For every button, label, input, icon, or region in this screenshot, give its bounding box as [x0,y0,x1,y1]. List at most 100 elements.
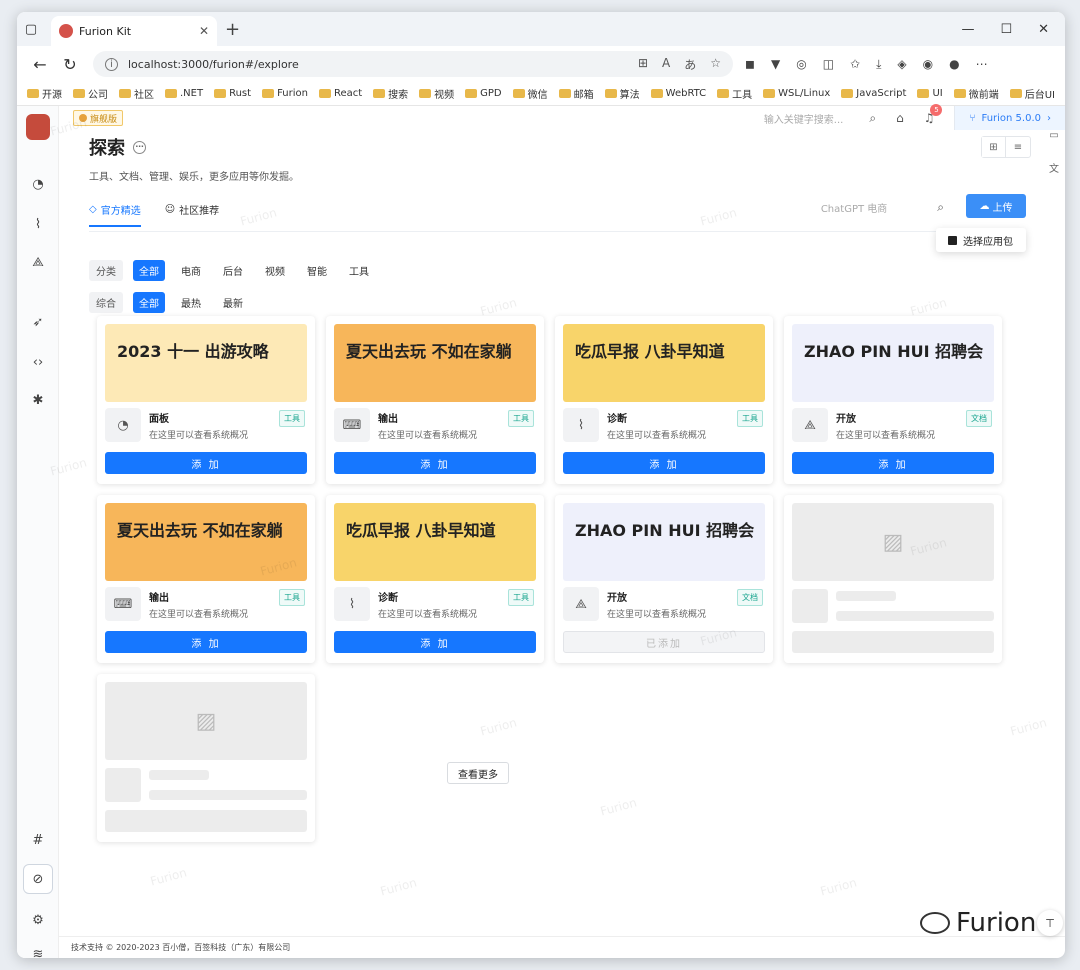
card-tag: 工具 [508,589,534,606]
app-card[interactable]: 吃瓜早报 八卦早知道 ⌇ 诊断 在这里可以查看系统概况 工具添 加 [326,495,544,663]
share-icon[interactable]: ⟁ [28,252,48,272]
bookmark-item[interactable]: 算法 [605,86,640,101]
card-tag: 工具 [279,589,305,606]
panel-icon[interactable]: ▭ [1043,130,1065,152]
info-icon[interactable]: i [105,57,118,71]
grid-view-icon[interactable]: ⊞ [982,137,1006,157]
upload-button[interactable]: ☁ 上传 [966,194,1026,218]
filter-option[interactable]: 视频 [259,260,291,281]
bookmark-item[interactable]: 后台UI [1010,86,1055,101]
favorites-icon[interactable]: ✩ [850,57,860,72]
app-card[interactable]: ZHAO PIN HUI 招聘会 ⟁ 开放 在这里可以查看系统概况 文档添 加 [784,316,1002,484]
bookmark-item[interactable]: Furion [262,88,308,99]
extension-icon[interactable]: ▼ [771,57,780,72]
search-icon[interactable]: ⌕ [869,111,876,126]
filter-option[interactable]: 工具 [343,260,375,281]
tab-community[interactable]: ☺ 社区推荐 [165,202,219,225]
add-button[interactable]: 添 加 [563,452,765,474]
view-more-button[interactable]: 查看更多 [447,762,509,784]
hashtag-icon[interactable]: # [28,830,48,850]
app-icon[interactable]: ⊞ [638,56,648,73]
extension-icon[interactable]: ◼ [745,57,755,72]
more-icon[interactable]: ⋯ [133,140,146,154]
rocket-icon[interactable]: ➶ [28,312,48,332]
bookmark-item[interactable]: .NET [165,88,203,99]
add-button[interactable]: 添 加 [334,631,536,653]
profile-icon[interactable]: ● [949,57,959,72]
bookmark-item[interactable]: React [319,88,362,99]
download-icon[interactable]: ⤓ [876,57,881,72]
app-card[interactable]: ZHAO PIN HUI 招聘会 ⟁ 开放 在这里可以查看系统概况 文档 已添加 [555,495,773,663]
close-window-icon[interactable]: ✕ [1038,22,1049,37]
search-icon[interactable]: ⌕ [937,200,944,215]
read-aloud-icon[interactable]: A [662,56,670,73]
add-button[interactable]: 添 加 [334,452,536,474]
bell-icon[interactable]: ♫ 5 [924,104,943,125]
bookmark-item[interactable]: 开源 [27,86,62,101]
split-screen-icon[interactable]: ◫ [823,57,834,72]
refresh-icon[interactable]: ↻ [55,55,85,74]
add-button[interactable]: 添 加 [792,452,994,474]
upload-dropdown-item[interactable]: 选择应用包 [936,228,1026,252]
filter-option[interactable]: 全部 [133,260,165,281]
add-button[interactable]: 添 加 [105,631,307,653]
bookmark-item[interactable]: UI [917,88,942,99]
new-tab-icon[interactable]: + [225,19,240,40]
bookmark-item[interactable]: 社区 [119,86,154,101]
version-button[interactable]: ⑂ Furion 5.0.0 › [954,106,1065,130]
add-button[interactable]: 添 加 [105,452,307,474]
extension-icon[interactable]: ◉ [923,57,933,72]
filter-option[interactable]: 后台 [217,260,249,281]
sidebar-toggle-icon[interactable]: ▢ [17,15,45,43]
translate-icon[interactable]: 文 [1043,160,1065,182]
app-card[interactable]: 2023 十一 出游攻略 ◔ 面板 在这里可以查看系统概况 工具添 加 [97,316,315,484]
filter-option[interactable]: 全部 [133,292,165,313]
tab-official[interactable]: ◇ 官方精选 [89,202,141,227]
back-to-top-icon[interactable]: ⊤ [1037,910,1063,936]
filter-option[interactable]: 电商 [175,260,207,281]
explore-icon[interactable]: ⊘ [23,864,53,894]
home-icon[interactable]: ⌂ [896,111,904,125]
maximize-icon[interactable]: ☐ [1000,22,1012,37]
menu-icon[interactable]: ⋯ [976,57,988,72]
bookmark-item[interactable]: 邮箱 [559,86,594,101]
chart-icon[interactable]: ⌇ [28,214,48,234]
filter-option[interactable]: 最热 [175,292,207,313]
bug-icon[interactable]: ✱ [28,390,48,410]
extension-icon[interactable]: ◈ [897,57,906,72]
url-field[interactable]: i localhost:3000/furion#/explore ⊞ A あ ☆ [93,51,733,77]
global-search-input[interactable]: 输入关键字搜索... [764,111,844,126]
extension-icon[interactable]: ◎ [796,57,806,72]
bookmark-item[interactable]: 微前端 [954,86,999,101]
bookmark-item[interactable]: WSL/Linux [763,88,830,99]
bookmark-item[interactable]: 搜索 [373,86,408,101]
logo-avatar[interactable] [26,114,50,140]
list-view-icon[interactable]: ≡ [1006,137,1030,157]
minimize-icon[interactable]: — [961,22,974,37]
card-desc: 在这里可以查看系统概况 [836,431,936,441]
layers-icon[interactable]: ≋ [28,944,48,959]
code-icon[interactable]: ‹› [28,352,48,372]
bookmark-item[interactable]: 视频 [419,86,454,101]
dashboard-icon[interactable]: ◔ [28,174,48,194]
bookmark-item[interactable]: JavaScript [841,88,906,99]
filter-option[interactable]: 智能 [301,260,333,281]
back-icon[interactable]: ← [25,55,55,74]
close-tab-icon[interactable]: ✕ [199,24,209,38]
app-search-input[interactable]: ChatGPT 电商 [821,200,887,215]
settings-icon[interactable]: ⚙ [28,910,48,930]
translate-icon[interactable]: あ [684,56,696,73]
bookmark-item[interactable]: 公司 [73,86,108,101]
skeleton-card: ▨ [97,674,315,842]
browser-tab[interactable]: Furion Kit ✕ [51,16,217,46]
app-card[interactable]: 夏天出去玩 不如在家躺 ⌨ 输出 在这里可以查看系统概况 工具添 加 [326,316,544,484]
favorite-star-icon[interactable]: ☆ [710,56,721,73]
app-card[interactable]: 吃瓜早报 八卦早知道 ⌇ 诊断 在这里可以查看系统概况 工具添 加 [555,316,773,484]
bookmark-item[interactable]: GPD [465,88,501,99]
bookmark-item[interactable]: WebRTC [651,88,707,99]
app-card[interactable]: 夏天出去玩 不如在家躺 ⌨ 输出 在这里可以查看系统概况 工具添 加 [97,495,315,663]
bookmark-item[interactable]: Rust [214,88,251,99]
bookmark-item[interactable]: 微信 [513,86,548,101]
bookmark-item[interactable]: 工具 [717,86,752,101]
filter-option[interactable]: 最新 [217,292,249,313]
